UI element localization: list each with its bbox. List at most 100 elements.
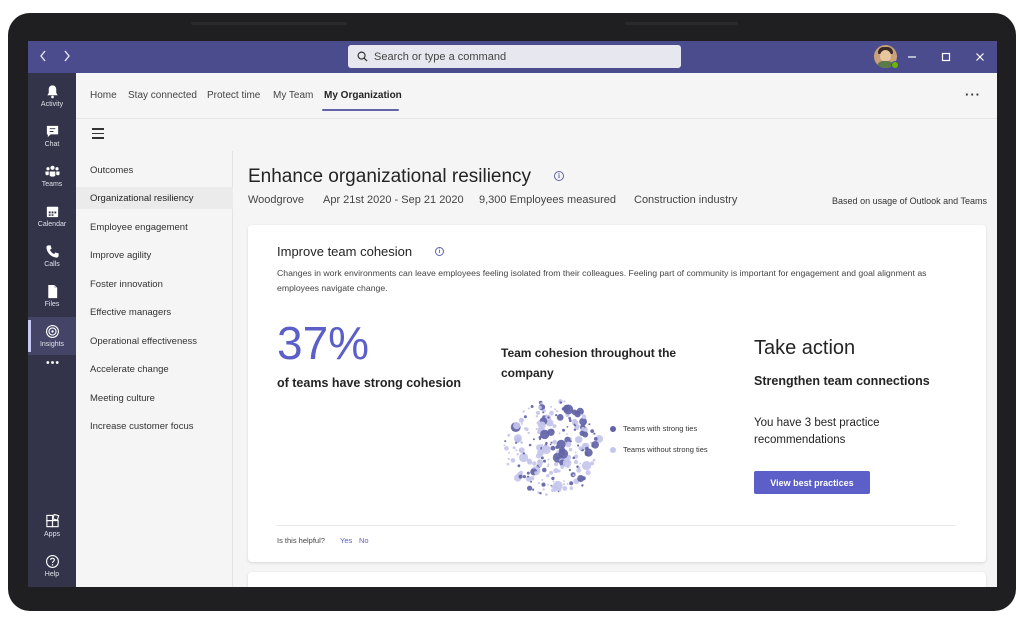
team-bubble [540,402,543,405]
tab-home[interactable]: Home [90,90,117,101]
team-bubble [569,481,574,486]
nav-item-increase-customer-focus[interactable]: Increase customer focus [76,415,233,437]
team-bubble [581,427,585,431]
team-bubble [585,470,591,476]
helpful-yes-link[interactable]: Yes [340,536,352,545]
team-bubble [562,486,568,491]
team-bubble [522,410,525,413]
rail-label: Calendar [37,221,67,228]
more-apps-button[interactable] [28,350,76,374]
rail-item-apps[interactable]: Apps [28,507,76,545]
search-input[interactable] [374,50,654,63]
nav-item-improve-agility[interactable]: Improve agility [76,244,233,266]
helpful-question: Is this helpful? [277,536,325,545]
tab-my-team[interactable]: My Team [273,90,313,101]
team-bubble [552,480,555,483]
team-bubble [544,416,547,418]
team-bubble [530,476,535,481]
team-bubble [537,481,540,485]
team-bubble [574,451,577,454]
cohesion-bubble-chart [503,399,604,496]
team-bubble [558,449,569,459]
team-bubble [557,469,561,473]
more-options-icon[interactable]: ··· [965,87,981,102]
team-bubble [504,446,509,451]
team-bubble [569,486,574,490]
nav-item-employee-engagement[interactable]: Employee engagement [76,216,233,238]
team-bubble [585,446,589,451]
rail-item-teams[interactable]: Teams [28,157,76,195]
team-bubble [503,444,506,447]
rail-label: Chat [44,141,60,148]
team-bubble [563,407,566,410]
team-bubble [506,462,510,466]
rail-item-help[interactable]: Help [28,547,76,585]
team-bubble [580,413,582,416]
team-bubble [550,445,556,451]
maximize-button[interactable] [929,41,963,73]
team-bubble [566,426,569,428]
team-bubble [558,432,561,435]
nav-item-accelerate-change[interactable]: Accelerate change [76,358,233,380]
rail-item-calls[interactable]: Calls [28,237,76,275]
nav-item-operational-effectiveness[interactable]: Operational effectiveness [76,330,233,352]
recommendations-text: You have 3 best practice recommendations [754,417,880,446]
main-content: Enhance organizational resiliency i Wood… [234,151,997,587]
team-bubble [555,445,560,449]
take-action-subheading: Strengthen team connections [754,374,930,388]
back-arrow-icon[interactable] [38,48,48,64]
team-bubble [573,419,577,422]
team-bubble [535,415,539,418]
team-bubble [560,464,565,469]
team-bubble [518,417,525,423]
info-icon[interactable]: i [435,247,444,256]
team-bubble [563,400,566,403]
nav-item-organizational-resiliency[interactable]: Organizational resiliency [76,187,233,209]
team-bubble [507,457,510,461]
team-bubble [513,434,522,443]
info-icon[interactable]: i [554,171,564,181]
nav-item-meeting-culture[interactable]: Meeting culture [76,387,233,409]
tab-my-organization[interactable]: My Organization [324,90,402,101]
team-bubble [504,440,507,443]
close-button[interactable] [963,41,997,73]
rail-label: Help [44,571,60,578]
team-bubble [517,464,521,468]
rail-item-files[interactable]: Files [28,277,76,315]
team-bubble [562,428,565,432]
team-bubble [523,415,527,419]
team-bubble [540,444,544,447]
minimize-button[interactable] [895,41,929,73]
team-bubble [576,436,583,442]
team-bubble [552,439,558,445]
nav-item-foster-innovation[interactable]: Foster innovation [76,273,233,295]
tab-stay-connected[interactable]: Stay connected [128,90,197,101]
team-bubble [528,443,532,447]
team-bubble [568,447,573,452]
hamburger-menu-icon[interactable] [92,128,104,139]
legend-label: Teams without strong ties [623,445,708,454]
app-rail: Activity Chat Teams Calendar Calls Files… [28,73,76,587]
team-bubble [527,475,529,478]
team-bubble [584,452,589,457]
team-bubble [520,441,524,444]
forward-arrow-icon[interactable] [62,48,72,64]
team-bubble [579,462,582,465]
rail-item-calendar[interactable]: Calendar [28,197,76,235]
team-bubble [572,474,575,477]
tab-protect-time[interactable]: Protect time [207,90,260,101]
nav-item-outcomes[interactable]: Outcomes [76,159,233,181]
team-bubble [542,488,545,491]
industry: Construction industry [634,194,738,206]
view-best-practices-button[interactable]: View best practices [754,471,870,494]
team-bubble [573,423,576,426]
search-box[interactable] [348,45,681,68]
team-bubble [538,437,542,441]
data-basis: Based on usage of Outlook and Teams [832,196,987,206]
helpful-no-link[interactable]: No [359,536,369,545]
team-bubble [547,458,550,461]
nav-item-effective-managers[interactable]: Effective managers [76,301,233,323]
rail-item-activity[interactable]: Activity [28,77,76,115]
phone-icon [45,245,59,258]
rail-item-chat[interactable]: Chat [28,117,76,155]
